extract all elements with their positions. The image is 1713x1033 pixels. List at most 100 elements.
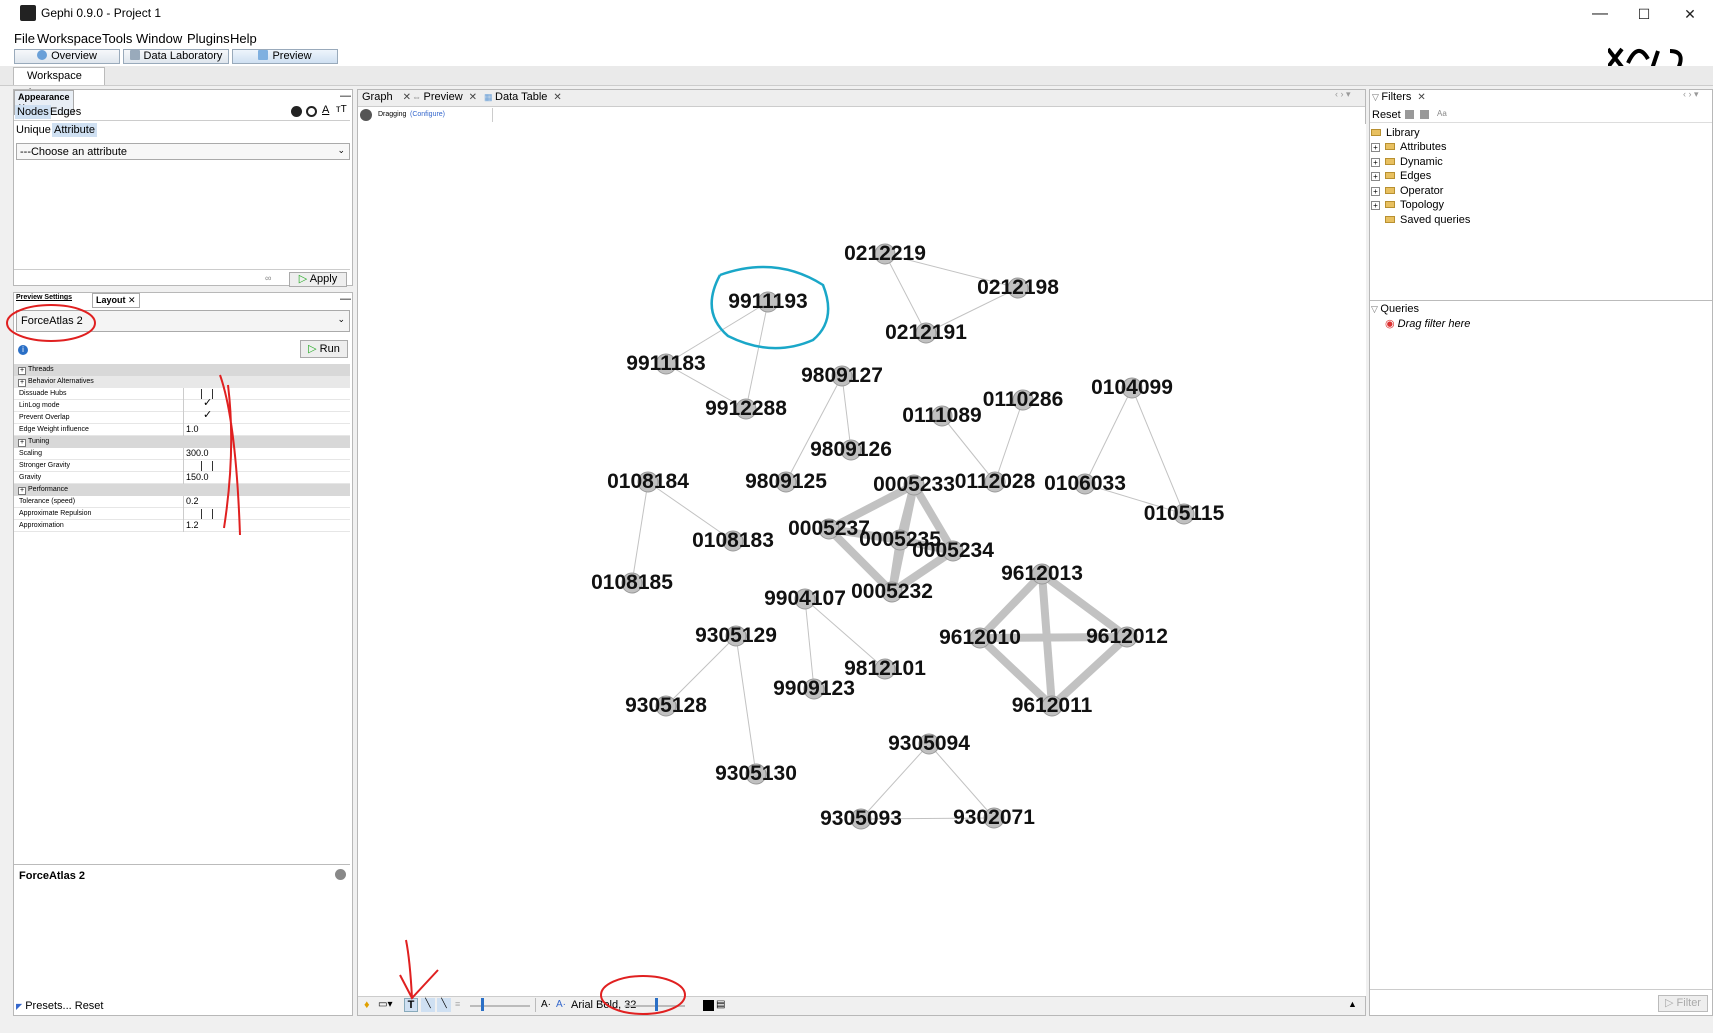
prop-stronger-gravity[interactable]: Stronger Gravity bbox=[14, 460, 350, 472]
screenshot-icon[interactable]: ▭▾ bbox=[378, 999, 392, 1010]
maximize-button[interactable]: ☐ bbox=[1621, 0, 1667, 28]
graph-canvas[interactable]: 0212219 9911193 0212198 0212191 9911183 98091… bbox=[360, 124, 1366, 996]
presets-button[interactable]: Presets... bbox=[25, 1000, 71, 1012]
menu-plugins[interactable]: Plugins bbox=[187, 31, 230, 46]
apply-options-icon[interactable]: ∞ bbox=[265, 273, 271, 283]
apply-button[interactable]: ▷ Apply bbox=[289, 272, 347, 287]
preview-tab[interactable]: ⇔ Preview ✕ bbox=[412, 91, 477, 103]
minimize-button[interactable]: — bbox=[1577, 0, 1623, 28]
prop-value[interactable]: 300.0 bbox=[186, 448, 209, 459]
expand-dynamic-icon[interactable]: + bbox=[1371, 158, 1380, 167]
prop-gravity[interactable]: Gravity 150.0 bbox=[14, 472, 350, 484]
filter-button[interactable]: ▷ Filter bbox=[1658, 995, 1708, 1012]
label-color-swatch[interactable] bbox=[703, 1000, 714, 1011]
auto-refresh-icon[interactable]: Aa bbox=[1437, 109, 1447, 118]
menu-window[interactable]: Window bbox=[136, 31, 182, 46]
filters-tab[interactable]: ▽ Filters ✕ bbox=[1372, 91, 1426, 103]
prop-dissuade-hubs[interactable]: Dissuade Hubs bbox=[14, 388, 350, 400]
label-attributes-icon[interactable]: ▤ bbox=[716, 999, 725, 1010]
prop-value[interactable]: 1.0 bbox=[186, 424, 199, 435]
save-filter-icon[interactable] bbox=[1405, 110, 1414, 119]
menu-workspace[interactable]: Workspace bbox=[37, 31, 102, 46]
label-size-icon[interactable]: тT bbox=[336, 104, 347, 115]
prop-approximate-repulsion[interactable]: Approximate Repulsion bbox=[14, 508, 350, 520]
appearance-minimize-icon[interactable]: — bbox=[340, 90, 351, 102]
color-palette-icon[interactable] bbox=[291, 106, 302, 117]
tab-scroll-arrows[interactable]: ‹ › ▾ bbox=[1335, 89, 1351, 100]
label-color-icon[interactable]: A bbox=[322, 104, 329, 116]
prop-scaling[interactable]: Scaling 300.0 bbox=[14, 448, 350, 460]
menu-help[interactable]: Help bbox=[230, 31, 257, 46]
prop-tolerance[interactable]: Tolerance (speed) 0.2 bbox=[14, 496, 350, 508]
expand-toolbar-icon[interactable]: ▲ bbox=[1348, 999, 1357, 1009]
menu-file[interactable]: File bbox=[14, 31, 35, 46]
graph-tab[interactable]: Graph ✕ bbox=[362, 91, 411, 103]
tuning-category[interactable]: + Tuning bbox=[14, 436, 350, 448]
linlog-checkmark-icon[interactable]: ✓ bbox=[203, 398, 212, 409]
edge-weight-icon[interactable]: ≡ bbox=[455, 999, 460, 1009]
show-labels-toggle[interactable]: T bbox=[404, 998, 418, 1012]
filter-category-operator[interactable]: Operator bbox=[1385, 185, 1443, 197]
run-button[interactable]: ▷ Run bbox=[300, 340, 348, 358]
reset-layout-button[interactable]: Reset bbox=[75, 1000, 104, 1012]
filters-tab-arrows[interactable]: ‹ › ▾ bbox=[1683, 89, 1699, 100]
layout-tab-close-icon[interactable]: ✕ bbox=[128, 295, 136, 305]
edge-label-font-icon[interactable]: A· bbox=[556, 999, 566, 1010]
expand-edges-icon[interactable]: + bbox=[1371, 172, 1380, 181]
data-table-tab[interactable]: ▦ Data Table ✕ bbox=[484, 91, 562, 103]
queries-root[interactable]: ▽ Queries bbox=[1371, 303, 1419, 315]
light-bulb-icon[interactable]: ♦ bbox=[364, 999, 370, 1011]
stronger-gravity-checkbox[interactable] bbox=[201, 461, 213, 471]
configure-link[interactable]: (Configure) bbox=[410, 111, 445, 118]
close-button[interactable]: ✕ bbox=[1667, 0, 1713, 28]
workspace-tab[interactable]: Workspace 1✕ bbox=[13, 67, 105, 99]
layout-tab[interactable]: Layout ✕ bbox=[92, 293, 140, 308]
node-label-font-icon[interactable]: A· bbox=[541, 999, 551, 1010]
nodes-tab[interactable]: Nodes bbox=[15, 105, 51, 119]
label-size-slider-thumb[interactable] bbox=[655, 998, 658, 1011]
prop-value[interactable]: 150.0 bbox=[186, 472, 209, 483]
info-icon[interactable]: i bbox=[18, 345, 28, 355]
data-table-tab-close-icon[interactable]: ✕ bbox=[553, 92, 561, 103]
preview-tab-close-icon[interactable]: ✕ bbox=[469, 92, 477, 103]
unique-mode-tab[interactable]: Unique bbox=[16, 124, 51, 136]
prop-prevent-overlap[interactable]: Prevent Overlap ✓ bbox=[14, 410, 350, 424]
edge-scale-slider-thumb[interactable] bbox=[481, 998, 484, 1011]
attribute-select[interactable]: ---Choose an attribute ⌄ bbox=[16, 143, 350, 160]
filter-category-edges[interactable]: Edges bbox=[1385, 170, 1431, 182]
filter-category-attributes[interactable]: Attributes bbox=[1385, 141, 1446, 153]
threads-category[interactable]: + Threads bbox=[14, 364, 350, 376]
prop-approximation[interactable]: Approximation 1.2 bbox=[14, 520, 350, 532]
filter-category-topology[interactable]: Topology bbox=[1385, 199, 1444, 211]
overview-button[interactable]: Overview bbox=[14, 49, 120, 64]
behavior-category[interactable]: + Behavior Alternatives bbox=[14, 376, 350, 388]
prevent-overlap-checkmark-icon[interactable]: ✓ bbox=[203, 410, 212, 421]
filters-reset-button[interactable]: Reset bbox=[1372, 109, 1401, 121]
filter-category-saved-queries[interactable]: Saved queries bbox=[1385, 214, 1470, 226]
prop-edge-weight-influence[interactable]: Edge Weight influence 1.0 bbox=[14, 424, 350, 436]
prop-value[interactable]: 1.2 bbox=[186, 520, 199, 531]
menu-tools[interactable]: Tools bbox=[102, 31, 132, 46]
data-laboratory-button[interactable]: Data Laboratory bbox=[123, 49, 229, 64]
filter-category-dynamic[interactable]: Dynamic bbox=[1385, 156, 1443, 168]
layout-algorithm-select[interactable]: ForceAtlas 2 ⌄ bbox=[16, 310, 350, 332]
preview-perspective-button[interactable]: Preview bbox=[232, 49, 338, 64]
expand-operator-icon[interactable]: + bbox=[1371, 187, 1380, 196]
library-folder[interactable]: Library bbox=[1371, 127, 1420, 139]
filters-tab-close-icon[interactable]: ✕ bbox=[1417, 92, 1425, 103]
edge-toggle-icon[interactable]: ╲ bbox=[421, 998, 435, 1012]
prop-linlog-mode[interactable]: LinLog mode ✓ bbox=[14, 398, 350, 412]
edge-color-toggle-icon[interactable]: ╲ bbox=[437, 998, 451, 1012]
graph-tab-close-icon[interactable]: ✕ bbox=[403, 92, 411, 103]
expand-attributes-icon[interactable]: + bbox=[1371, 143, 1380, 152]
approximate-repulsion-checkbox[interactable] bbox=[201, 509, 213, 519]
performance-category[interactable]: + Performance bbox=[14, 484, 350, 496]
preview-settings-tab[interactable]: Preview Settings bbox=[16, 294, 72, 301]
prop-value[interactable]: 0.2 bbox=[186, 496, 199, 507]
layout-minimize-icon[interactable]: — bbox=[340, 293, 351, 305]
edge-scale-slider[interactable] bbox=[470, 1005, 530, 1007]
expand-topology-icon[interactable]: + bbox=[1371, 201, 1380, 210]
attribute-mode-tab[interactable]: Attribute bbox=[52, 123, 97, 137]
load-filter-icon[interactable] bbox=[1420, 110, 1429, 119]
edges-tab[interactable]: Edges bbox=[50, 106, 81, 118]
